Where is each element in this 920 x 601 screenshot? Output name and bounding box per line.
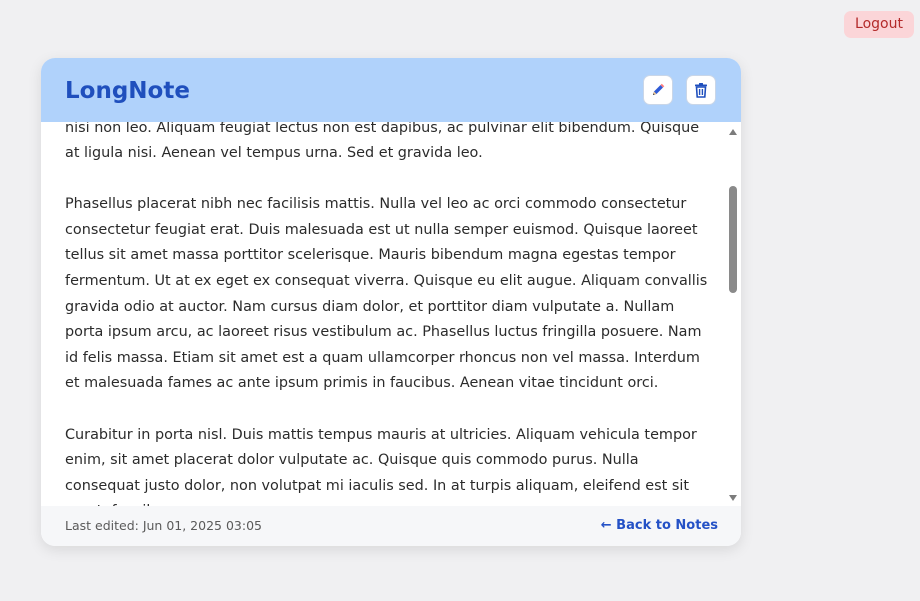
vertical-scrollbar[interactable] [725,122,741,506]
note-title: LongNote [65,78,190,104]
delete-note-button[interactable] [686,75,716,105]
note-body: nisi non leo. Aliquam feugiat lectus non… [65,122,715,506]
scroll-up-arrow-icon[interactable] [728,125,738,135]
note-paragraph: nisi non leo. Aliquam feugiat lectus non… [65,122,700,162]
note-card: LongNote nisi non leo. Aliquam feugiat l… [41,58,741,546]
back-to-notes-link[interactable]: ← Back to Notes [601,518,718,534]
note-footer: Last edited: Jun 01, 2025 03:05 ← Back t… [41,506,741,546]
last-edited-timestamp: Last edited: Jun 01, 2025 03:05 [65,518,262,533]
pencil-icon [650,82,666,98]
edit-note-button[interactable] [643,75,673,105]
note-content[interactable]: nisi non leo. Aliquam feugiat lectus non… [41,122,741,506]
logout-button[interactable]: Logout [844,11,914,38]
note-paragraph: Phasellus placerat nibh nec facilisis ma… [65,196,708,392]
note-paragraph: Curabitur in porta nisl. Duis mattis tem… [65,426,697,506]
note-header: LongNote [41,58,741,122]
trash-icon [693,82,709,98]
scroll-down-arrow-icon[interactable] [728,491,738,501]
scrollbar-thumb[interactable] [729,186,737,293]
